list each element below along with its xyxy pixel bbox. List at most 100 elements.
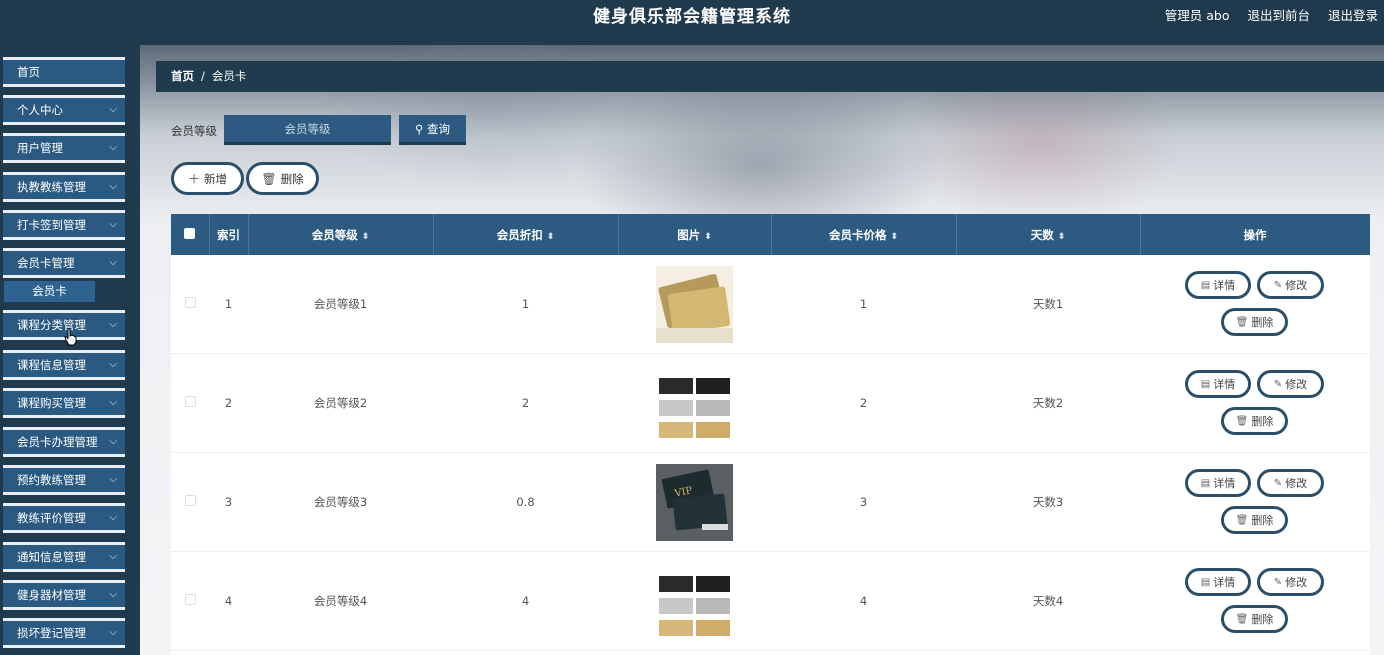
cell-index: 3	[209, 452, 248, 552]
cell-image[interactable]	[618, 353, 771, 453]
sidebar-item-label: 损坏登记管理	[17, 626, 86, 640]
delete-button[interactable]: 🗑 删除	[1221, 506, 1288, 534]
trash-icon: 🗑	[1235, 316, 1249, 328]
sidebar-item-course-info[interactable]: 课程信息管理 ⌵	[3, 350, 125, 380]
cell-image[interactable]: VIP	[618, 452, 771, 552]
cell-discount: 2	[433, 353, 618, 453]
column-header-price[interactable]: 会员卡价格 ⬍	[771, 214, 957, 255]
sidebar-item-notices[interactable]: 通知信息管理 ⌵	[3, 542, 125, 572]
delete-button[interactable]: 🗑 删除	[1221, 407, 1288, 435]
sidebar-item-course-purchase[interactable]: 课程购买管理 ⌵	[3, 388, 125, 418]
row-checkbox[interactable]	[171, 551, 209, 651]
breadcrumb-home[interactable]: 首页	[171, 69, 194, 83]
card-image	[656, 562, 733, 640]
sidebar-item-profile[interactable]: 个人中心 ⌵	[3, 95, 125, 125]
cell-price: 1	[771, 255, 956, 354]
sidebar-item-label: 会员卡管理	[17, 256, 75, 270]
cell-days: 天数2	[956, 353, 1140, 453]
sidebar-item-label: 首页	[17, 65, 40, 79]
cell-level: 会员等级2	[248, 353, 433, 453]
sidebar-item-damage[interactable]: 损坏登记管理 ⌵	[3, 618, 125, 648]
trash-icon: 🗑	[1235, 514, 1249, 526]
sidebar-item-coaches[interactable]: 执教教练管理 ⌵	[3, 172, 125, 202]
batch-delete-button[interactable]: 🗑 删除	[246, 162, 319, 195]
detail-button[interactable]: ▤ 详情	[1185, 370, 1251, 398]
cell-image[interactable]	[618, 551, 771, 651]
edit-button[interactable]: ✎ 修改	[1257, 370, 1324, 398]
row-checkbox[interactable]	[171, 353, 209, 453]
breadcrumb-separator: /	[201, 69, 205, 83]
select-all-checkbox[interactable]	[171, 214, 210, 255]
sidebar-item-coach-booking[interactable]: 预约教练管理 ⌵	[3, 465, 125, 495]
header-links: 管理员 abo 退出到前台 退出登录	[1165, 0, 1378, 32]
add-button[interactable]: ＋ 新增	[171, 162, 244, 195]
back-to-front-link[interactable]: 退出到前台	[1247, 0, 1310, 32]
edit-button[interactable]: ✎ 修改	[1257, 469, 1324, 497]
sidebar-item-label: 健身器材管理	[17, 588, 86, 602]
column-header-discount[interactable]: 会员折扣 ⬍	[433, 214, 619, 255]
edit-button-label: 修改	[1285, 576, 1308, 589]
cell-actions: ▤ 详情 ✎ 修改 🗑 删除	[1140, 255, 1370, 354]
chevron-down-icon: ⌵	[109, 219, 117, 230]
chevron-down-icon: ⌵	[109, 397, 117, 408]
sort-icon: ⬍	[361, 231, 370, 242]
sidebar: 首页 个人中心 ⌵ 用户管理 ⌵ 执教教练管理 ⌵ 打卡签到管理 ⌵ 会员卡管理 ⌵ 会员…	[0, 45, 140, 655]
sidebar-item-coach-review[interactable]: 教练评价管理 ⌵	[3, 503, 125, 533]
sidebar-item-card-apply[interactable]: 会员卡办理管理 ⌵	[3, 427, 125, 457]
row-checkbox[interactable]	[171, 452, 209, 552]
detail-button[interactable]: ▤ 详情	[1185, 469, 1251, 497]
search-label: 会员等级	[171, 124, 217, 138]
edit-button[interactable]: ✎ 修改	[1257, 271, 1324, 299]
member-level-search-input[interactable]	[224, 115, 391, 145]
query-button-label: 查询	[427, 121, 451, 136]
sidebar-item-label: 课程信息管理	[17, 358, 86, 372]
column-header-level[interactable]: 会员等级 ⬍	[248, 214, 434, 255]
cell-image[interactable]	[618, 255, 771, 354]
delete-button[interactable]: 🗑 删除	[1221, 605, 1288, 633]
sidebar-item-equipment[interactable]: 健身器材管理 ⌵	[3, 580, 125, 610]
sidebar-item-label: 打卡签到管理	[17, 218, 86, 232]
card-image: VIP	[656, 463, 733, 541]
table-row: 2 会员等级2 2 2 天数2 ▤ 详情 ✎ 修改 🗑 删除	[171, 353, 1370, 453]
cell-level: 会员等级1	[248, 255, 433, 354]
admin-user-label: 管理员 abo	[1164, 8, 1230, 23]
cell-days: 天数4	[956, 551, 1140, 651]
edit-button[interactable]: ✎ 修改	[1257, 568, 1324, 596]
column-header-days[interactable]: 天数 ⬍	[956, 214, 1141, 255]
chevron-down-icon: ⌵	[109, 551, 117, 562]
sidebar-item-users[interactable]: 用户管理 ⌵	[3, 133, 125, 163]
cell-discount: 0.8	[433, 452, 618, 552]
edit-button-label: 修改	[1285, 279, 1308, 292]
breadcrumb-current: 会员卡	[211, 69, 247, 83]
column-header-image[interactable]: 图片 ⬍	[618, 214, 772, 255]
chevron-down-icon: ⌵	[109, 627, 117, 638]
hand-cursor-icon	[64, 328, 77, 346]
sort-icon: ⬍	[1057, 231, 1066, 242]
chevron-down-icon: ⌵	[109, 436, 117, 447]
add-button-label: 新增	[204, 171, 227, 186]
cell-discount: 4	[433, 551, 618, 651]
main-content: 首页 / 会员卡 会员等级 ⚲ 查询 ＋新增 🗑删除 索引 会员等级⬍ 会员折扣⬍ …	[140, 45, 1384, 655]
sidebar-item-checkin[interactable]: 打卡签到管理 ⌵	[3, 210, 125, 240]
document-icon: ▤	[1200, 279, 1211, 291]
row-checkbox[interactable]	[171, 255, 209, 354]
cell-days: 天数1	[956, 255, 1140, 354]
column-header-actions: 操作	[1140, 214, 1370, 255]
detail-button[interactable]: ▤ 详情	[1185, 568, 1251, 596]
edit-button-label: 修改	[1285, 378, 1308, 391]
query-button[interactable]: ⚲ 查询	[399, 115, 466, 145]
delete-button[interactable]: 🗑 删除	[1221, 308, 1288, 336]
table-header-row: 索引 会员等级 ⬍ 会员折扣 ⬍ 图片 ⬍ 会员卡价格 ⬍ 天数 ⬍ 操作	[171, 214, 1370, 255]
sidebar-item-home[interactable]: 首页	[3, 57, 125, 87]
logout-link[interactable]: 退出登录	[1328, 0, 1378, 32]
sidebar-item-membership-card[interactable]: 会员卡管理 ⌵	[3, 248, 125, 278]
detail-button[interactable]: ▤ 详情	[1185, 271, 1251, 299]
card-image	[656, 364, 733, 442]
chevron-down-icon: ⌵	[109, 319, 117, 330]
edit-button-label: 修改	[1285, 477, 1308, 490]
chevron-down-icon: ⌵	[109, 512, 117, 523]
pencil-icon: ✎	[1273, 378, 1283, 390]
chevron-down-icon: ⌵	[109, 359, 117, 370]
cell-index: 2	[209, 353, 248, 453]
sidebar-subitem-membership-card[interactable]: 会员卡	[4, 281, 95, 302]
